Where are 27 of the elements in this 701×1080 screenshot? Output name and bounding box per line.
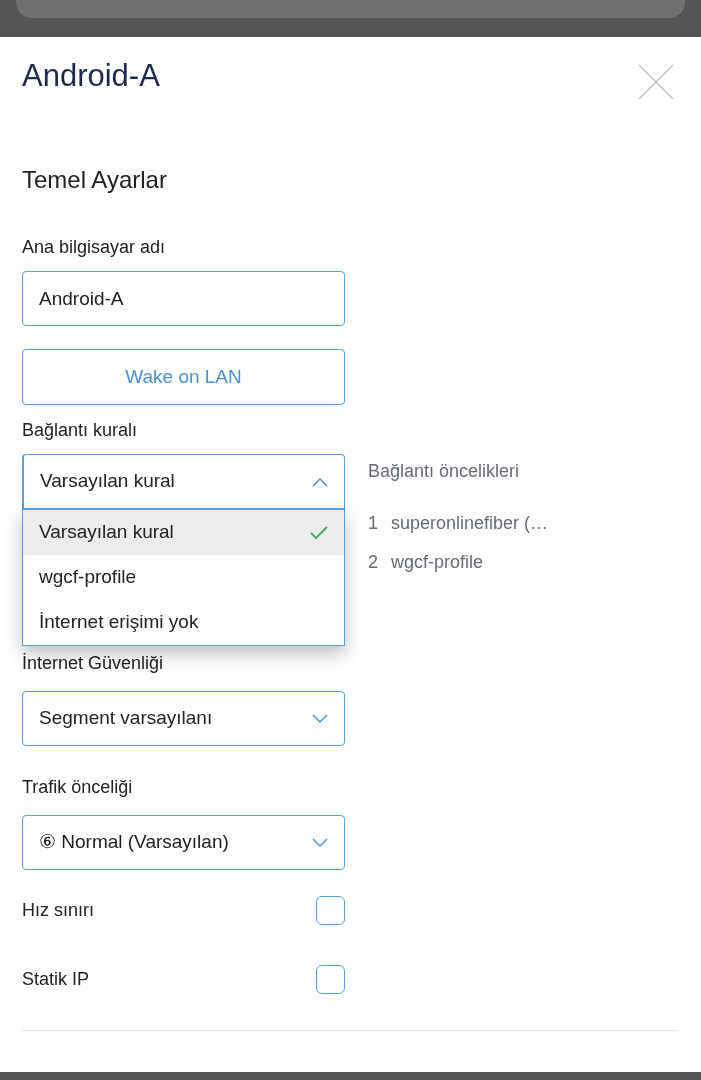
checkbox-label: Statik IP	[22, 968, 90, 991]
priority-rank: 2	[368, 551, 378, 574]
chevron-down-icon	[312, 837, 328, 848]
checkbox[interactable]	[316, 896, 345, 925]
field-label: Ana bilgisayar adı	[22, 236, 167, 259]
section-heading: Temel Ayarlar	[22, 165, 168, 195]
dropdown-select[interactable]: Segment varsayılanı	[22, 691, 345, 746]
dropdown-select[interactable]: Varsayılan kural	[22, 454, 345, 509]
check-icon	[310, 525, 328, 540]
hostname-field[interactable]: Android-A	[22, 271, 345, 326]
priority-name: wgcf-profile	[391, 551, 484, 574]
field-label: İnternet Güvenliği	[22, 652, 165, 675]
chevron-down-icon	[312, 713, 328, 724]
dropdown-option[interactable]: Varsayılan kural	[23, 510, 344, 555]
priorities-title: Bağlantı öncelikleri	[368, 460, 521, 483]
dropdown-option[interactable]: İnternet erişimi yok	[23, 600, 344, 645]
dropdown-option[interactable]: wgcf-profile	[23, 555, 344, 600]
chevron-up-icon	[312, 476, 328, 487]
checkbox-label: Hız sınırı	[22, 899, 94, 922]
field-label: Trafik önceliği	[22, 776, 134, 799]
dropdown-select[interactable]: ⑥ Normal (Varsayılan)	[22, 815, 345, 870]
checkbox[interactable]	[316, 965, 345, 994]
close-icon[interactable]	[638, 64, 674, 100]
priority-rank: 1	[368, 512, 378, 535]
window-title: Android-A	[22, 57, 160, 95]
priority-name: superonlinefiber (…	[391, 512, 549, 535]
field-label: Bağlantı kuralı	[22, 419, 139, 442]
